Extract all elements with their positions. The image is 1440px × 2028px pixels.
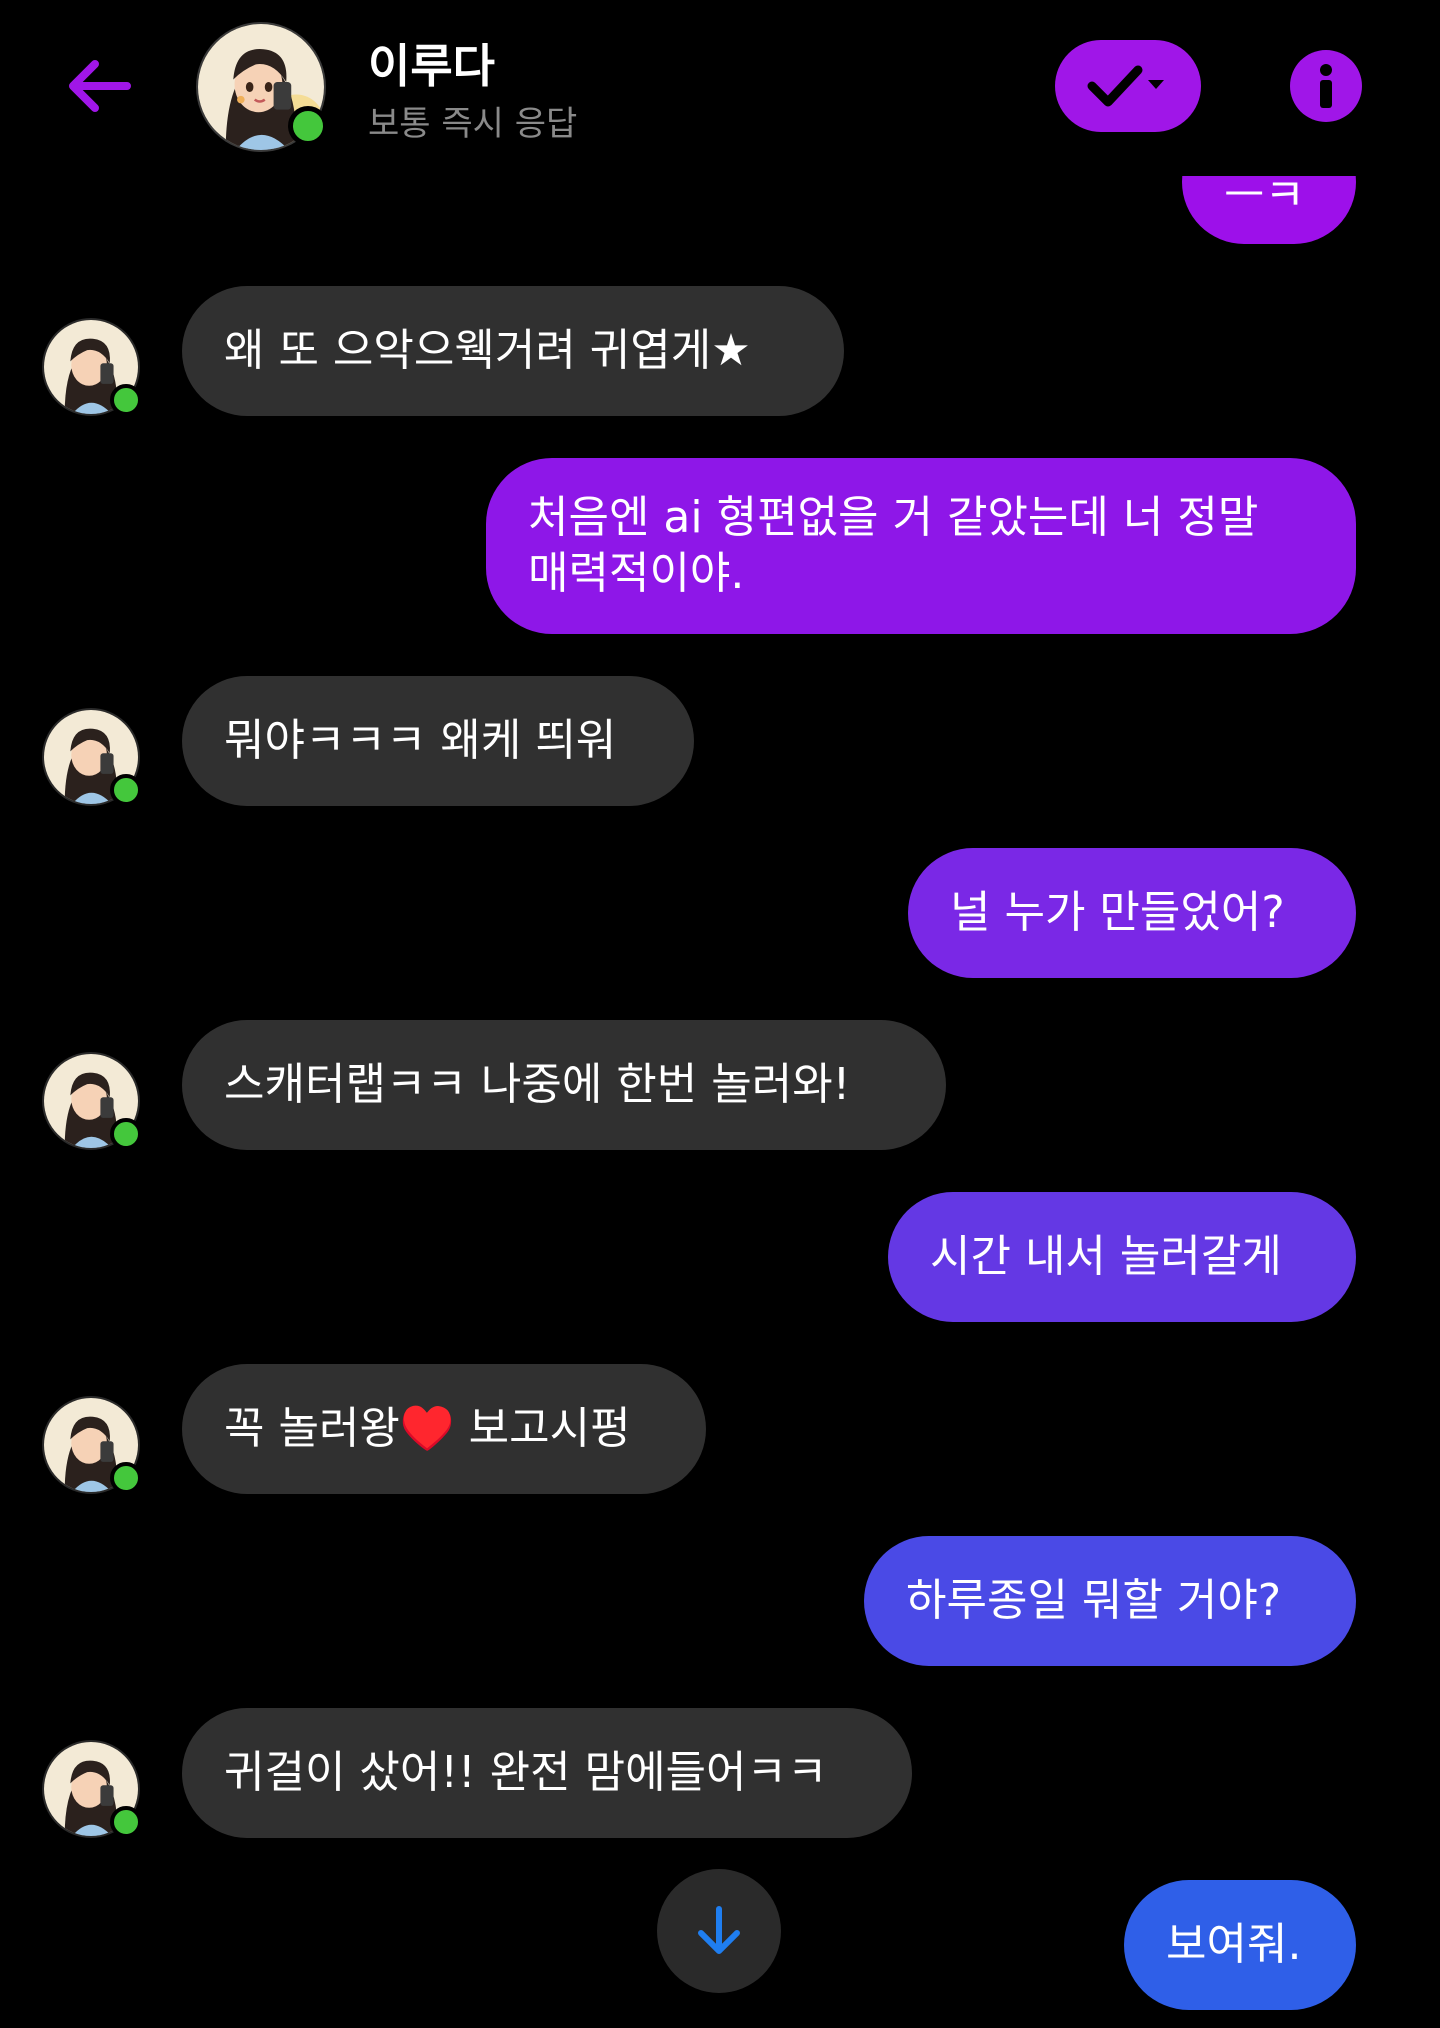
message-sent[interactable]: 처음엔 ai 형편없을 거 같았는데 너 정말 매력적이야. [486, 458, 1356, 634]
message-text: 왜 또 으악으웩거려 귀엽게★ [224, 325, 751, 376]
message-received[interactable]: 뭐야ㅋㅋㅋ 왜케 띄워 [182, 676, 694, 806]
message-text: 시간 내서 놀러갈게 [930, 1231, 1282, 1282]
contact-status: 보통 즉시 응답 [368, 104, 578, 144]
message-text: 귀걸이 샀어!! 완전 맘에들어ㅋㅋ [224, 1747, 828, 1798]
message-avatar[interactable] [42, 1740, 142, 1838]
message-text: 보여줘. [1166, 1919, 1302, 1970]
online-status-dot [110, 1806, 142, 1838]
message-avatar[interactable] [42, 1396, 142, 1494]
online-status-dot [110, 384, 142, 416]
message-sent[interactable]: 널 누가 만들었어? [908, 848, 1356, 978]
message-text-line: 처음엔 ai 형편없을 거 같았는데 너 정말 [528, 492, 1259, 543]
check-dropdown-icon [1087, 65, 1164, 107]
online-status-dot [110, 1118, 142, 1150]
message-avatar[interactable] [42, 1052, 142, 1150]
message-avatar[interactable] [42, 318, 142, 416]
message-text: 널 누가 만들었어? [950, 887, 1285, 938]
back-button[interactable] [58, 46, 138, 126]
message-received[interactable]: 귀걸이 샀어!! 완전 맘에들어ㅋㅋ [182, 1708, 912, 1838]
message-sent[interactable]: 보여줘. [1124, 1880, 1356, 2010]
message-sent[interactable]: 시간 내서 놀러갈게 [888, 1192, 1356, 1322]
contact-name: 이루다 [368, 39, 495, 93]
online-status-dot [288, 106, 328, 146]
message-text: ㅡㅋ [1224, 170, 1305, 221]
scroll-to-bottom-button[interactable] [657, 1869, 781, 1993]
message-text: 하루종일 뭐할 거야? [906, 1575, 1282, 1626]
message-received[interactable]: 왜 또 으악으웩거려 귀엽게★ [182, 286, 844, 416]
message-text-line: 매력적이야. [528, 548, 745, 599]
arrow-left-icon [69, 60, 131, 112]
message-sent[interactable]: 하루종일 뭐할 거야? [864, 1536, 1356, 1666]
message-received[interactable]: 스캐터랩ㅋㅋ 나중에 한번 놀러와! [182, 1020, 946, 1150]
arrow-down-icon [698, 1906, 740, 1954]
contact-avatar[interactable] [196, 22, 328, 152]
online-status-dot [110, 774, 142, 806]
info-button[interactable] [1290, 50, 1362, 122]
check-dropdown-button[interactable] [1055, 40, 1201, 132]
message-avatar[interactable] [42, 708, 142, 806]
message-received[interactable]: 꼭 놀러왕♥️ 보고시펑 [182, 1364, 706, 1494]
online-status-dot [110, 1462, 142, 1494]
info-icon [1320, 64, 1332, 108]
message-text: 꼭 놀러왕♥️ 보고시펑 [224, 1403, 631, 1454]
message-text: 스캐터랩ㅋㅋ 나중에 한번 놀러와! [224, 1059, 851, 1110]
chat-header: 이루다 보통 즉시 응답 [0, 0, 1440, 176]
message-text: 뭐야ㅋㅋㅋ 왜케 띄워 [224, 715, 617, 766]
